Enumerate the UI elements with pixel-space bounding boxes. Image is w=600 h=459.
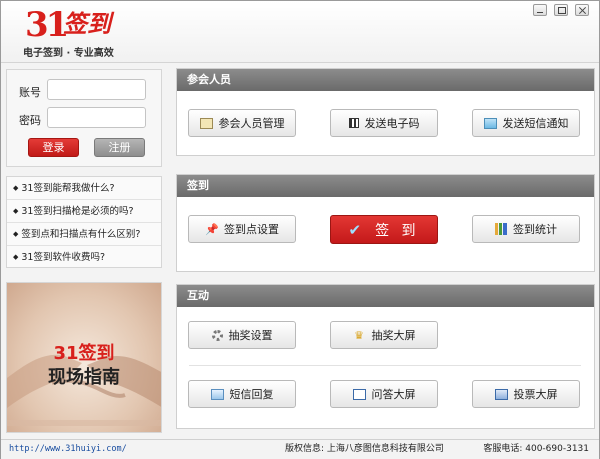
checkmark-icon: ✔ — [348, 220, 362, 239]
logo-number: 31 — [25, 5, 69, 45]
participants-panel-title: 参会人员 — [177, 69, 594, 91]
participants-panel: 参会人员 参会人员管理 发送电子码 发送短信通知 — [176, 68, 595, 156]
qa-screen-button[interactable]: 问答大屏 — [330, 380, 438, 408]
status-bar: http://www.31huiyi.com/ 版权信息: 上海八彦图信息科技有… — [1, 439, 599, 459]
message-icon — [210, 388, 224, 400]
account-label: 账号 — [19, 86, 41, 99]
faq-item-label: 31签到扫描枪是必须的吗? — [21, 206, 134, 217]
checkin-label: 签 到 — [375, 222, 420, 239]
checkin-panel: 签到 📌 签到点设置 ✔ 签 到 签到统计 — [176, 174, 595, 272]
faq-item-label: 签到点和扫描点有什么区别? — [21, 229, 141, 240]
monitor-icon — [483, 117, 497, 129]
minimize-button[interactable] — [533, 4, 547, 16]
send-sms-button[interactable]: 发送短信通知 — [472, 109, 580, 137]
bar-chart-icon — [495, 223, 507, 235]
bullet-icon: ◆ — [13, 207, 19, 215]
faq-item[interactable]: ◆ 31签到能帮我做什么? — [7, 177, 161, 200]
bullet-icon: ◆ — [13, 230, 19, 238]
faq-item[interactable]: ◆ 签到点和扫描点有什么区别? — [7, 223, 161, 246]
login-button[interactable]: 登录 — [28, 138, 79, 157]
gear-icon — [211, 329, 223, 341]
checkin-panel-title: 签到 — [177, 175, 594, 197]
maximize-button[interactable] — [554, 4, 568, 16]
send-sms-label: 发送短信通知 — [502, 117, 569, 130]
checkin-point-settings-button[interactable]: 📌 签到点设置 — [188, 215, 296, 243]
vote-screen-button[interactable]: 投票大屏 — [472, 380, 580, 408]
guide-title: 31签到 — [53, 343, 115, 364]
qa-screen-label: 问答大屏 — [371, 388, 416, 401]
guide-subtitle: 现场指南 — [48, 367, 120, 388]
window-controls — [533, 4, 589, 16]
vote-screen-label: 投票大屏 — [513, 388, 558, 401]
login-box: 账号 密码 登录 注册 — [6, 69, 162, 167]
lottery-screen-button[interactable]: ♛ 抽奖大屏 — [330, 321, 438, 349]
faq-item[interactable]: ◆ 31签到软件收费吗? — [7, 246, 161, 269]
checkin-stats-label: 签到统计 — [513, 223, 557, 236]
app-header: 31 签到 电子签到 · 专业高效 — [1, 1, 599, 63]
send-code-label: 发送电子码 — [364, 117, 420, 130]
bullet-icon: ◆ — [13, 184, 19, 192]
trophy-icon: ♛ — [354, 328, 364, 342]
lottery-settings-label: 抽奖设置 — [228, 329, 273, 342]
qr-code-icon — [348, 118, 359, 128]
password-label: 密码 — [19, 114, 41, 127]
send-code-button[interactable]: 发送电子码 — [330, 109, 438, 137]
manage-participants-label: 参会人员管理 — [218, 117, 285, 130]
checkin-button[interactable]: ✔ 签 到 — [330, 215, 438, 244]
app-window: 31 签到 电子签到 · 专业高效 账号 密码 登录 注册 ◆ 31签到能帮我做什… — [0, 0, 600, 459]
password-input[interactable] — [47, 107, 146, 128]
website-link[interactable]: http://www.31huiyi.com/ — [9, 440, 127, 459]
register-button[interactable]: 注册 — [94, 138, 145, 157]
lottery-screen-label: 抽奖大屏 — [371, 329, 416, 342]
ballot-icon — [494, 388, 508, 400]
close-button[interactable] — [575, 4, 589, 16]
manage-participants-button[interactable]: 参会人员管理 — [188, 109, 296, 137]
lottery-settings-button[interactable]: 抽奖设置 — [188, 321, 296, 349]
sms-reply-label: 短信回复 — [229, 388, 274, 401]
bullet-icon: ◆ — [13, 253, 19, 261]
interaction-panel-title: 互动 — [177, 285, 594, 307]
logo-text: 签到 — [63, 9, 111, 38]
interaction-panel: 互动 抽奖设置 ♛ 抽奖大屏 短信回复 问答大屏 投票大屏 — [176, 284, 595, 429]
faq-item-label: 31签到能帮我做什么? — [21, 183, 115, 194]
pin-icon: 📌 — [205, 222, 219, 236]
checkin-stats-button[interactable]: 签到统计 — [472, 215, 580, 243]
checkin-point-settings-label: 签到点设置 — [224, 223, 279, 236]
divider — [189, 365, 581, 366]
support-phone: 客服电话: 400-690-3131 — [483, 444, 589, 454]
faq-list: ◆ 31签到能帮我做什么? ◆ 31签到扫描枪是必须的吗? ◆ 签到点和扫描点有什么区… — [6, 176, 162, 268]
copyright-text: 版权信息: 上海八彦图信息科技有限公司 — [285, 444, 444, 454]
guide-banner[interactable]: 31签到 现场指南 — [6, 282, 162, 433]
screen-icon — [352, 388, 366, 400]
faq-item[interactable]: ◆ 31签到扫描枪是必须的吗? — [7, 200, 161, 223]
slogan: 电子签到 · 专业高效 — [23, 48, 114, 59]
sms-reply-button[interactable]: 短信回复 — [188, 380, 296, 408]
account-input[interactable] — [47, 79, 146, 100]
id-card-icon — [199, 117, 213, 129]
faq-item-label: 31签到软件收费吗? — [21, 252, 106, 263]
